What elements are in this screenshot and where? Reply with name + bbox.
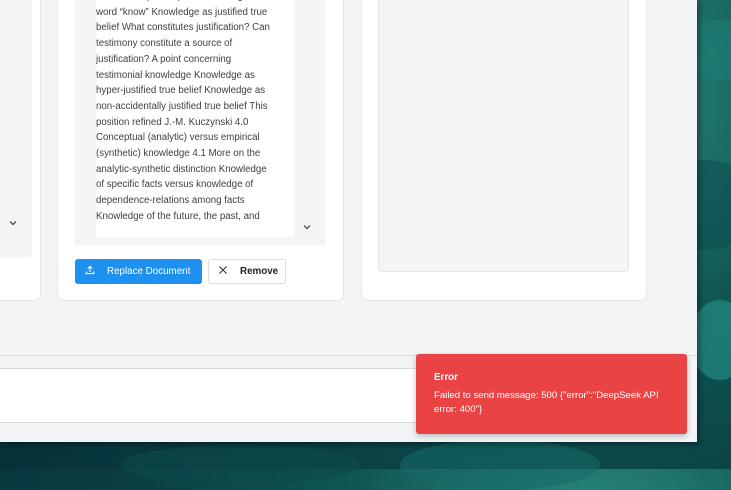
toast-title: Error	[434, 372, 458, 383]
toast-message: Failed to send message: 500 {"error":"De…	[434, 390, 659, 415]
message-input[interactable]	[0, 368, 440, 423]
document-line: testimony constitute a source of	[96, 38, 233, 50]
document-line: dependence-relations among facts	[96, 195, 245, 207]
chevron-down-icon[interactable]	[8, 218, 18, 228]
output-panel[interactable]	[378, 0, 629, 272]
remove-document-label: Remove	[240, 266, 279, 277]
document-line: justification? A point concerning	[96, 53, 232, 65]
error-toast[interactable]: Error Failed to send message: 500 {"erro…	[416, 354, 687, 434]
upload-icon	[85, 265, 95, 278]
document-text[interactable]: “know” The philosophical meaning of thew…	[96, 0, 294, 237]
document-line: testimonial knowledge Knowledge as	[96, 69, 255, 81]
document-line: word “know” Knowledge as justified true	[96, 6, 268, 18]
document-line: position refined J.-M. Kuczynski 4.0	[96, 116, 249, 128]
background-decoration	[120, 445, 360, 485]
document-line: belief What constitutes justification? C…	[96, 22, 270, 34]
document-scrollbar[interactable]	[298, 0, 318, 237]
close-icon	[218, 265, 228, 278]
document-line: non-accidentally justified true belief T…	[96, 100, 268, 112]
document-line: Conceptual (analytic) versus empirical	[96, 132, 260, 144]
remove-document-button[interactable]: Remove	[208, 259, 286, 284]
document-preview-left[interactable]	[0, 0, 32, 258]
document-line: Knowledge of the future, the past, and	[96, 210, 260, 222]
document-line: of specific facts versus knowledge of	[96, 179, 254, 191]
document-line: “know” The philosophical meaning of the	[96, 0, 294, 5]
replace-document-button[interactable]: Replace Document	[75, 259, 202, 284]
document-line: (synthetic) knowledge 4.1 More on the	[96, 148, 261, 160]
document-line: analytic-synthetic distinction Knowledge	[96, 163, 267, 175]
document-line: hyper-justified true belief Knowledge as	[96, 85, 266, 97]
background-decoration	[400, 440, 600, 490]
chevron-down-icon[interactable]	[302, 222, 312, 235]
replace-document-label: Replace Document	[107, 266, 191, 277]
